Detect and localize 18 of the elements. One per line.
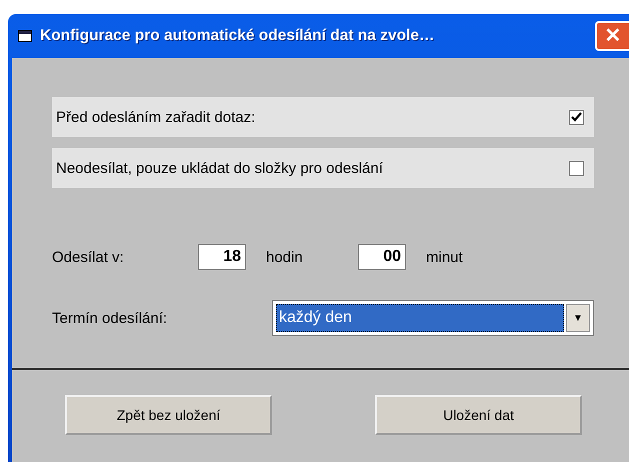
time-label: Odesílat v: (52, 248, 125, 266)
window-icon (18, 30, 32, 42)
minutes-field[interactable]: 00 (358, 244, 406, 270)
dialog-button[interactable]: Zpět bez uložení (65, 395, 272, 435)
checkbox[interactable] (569, 110, 584, 124)
schedule-dropdown[interactable]: každý den ▼ (272, 300, 594, 336)
checkbox[interactable] (569, 160, 584, 176)
hours-field[interactable]: 18 (198, 244, 246, 270)
dialog-button[interactable]: Uložení dat (375, 395, 582, 435)
dropdown-arrow-button[interactable]: ▼ (566, 304, 590, 332)
minutes-unit: minut (426, 248, 463, 266)
close-button[interactable]: ✕ (595, 21, 629, 51)
option-label: Neodesílat, pouze ukládat do složky pro odeslání (56, 160, 383, 176)
dropdown-value: každý den (276, 304, 564, 332)
hours-unit: hodin (266, 248, 304, 266)
option-label: Před odesláním zařadit dotaz: (56, 108, 256, 126)
schedule-label: Termín odesílání: (52, 310, 168, 326)
window-title: Konfigurace pro automatické odesílání dat na zvole… (40, 27, 434, 45)
